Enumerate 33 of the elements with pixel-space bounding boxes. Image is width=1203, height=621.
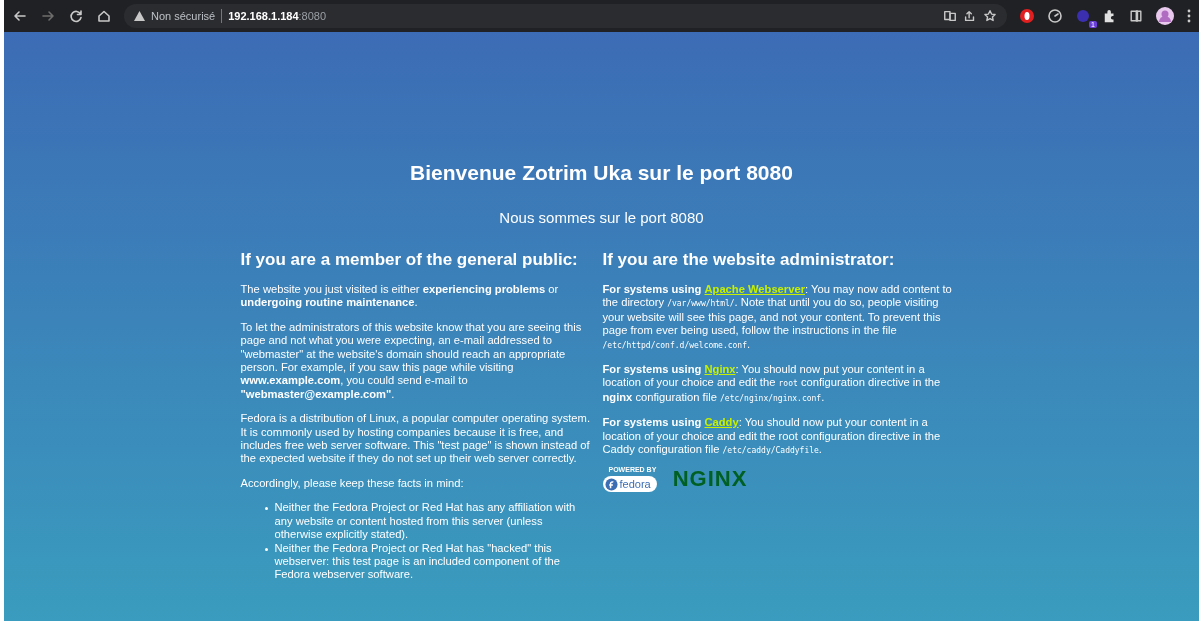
nginx-logo: NGINX <box>672 468 748 493</box>
bullet-icon <box>264 547 268 551</box>
star-icon[interactable] <box>983 9 997 23</box>
share-icon[interactable] <box>963 9 977 23</box>
translate-icon[interactable] <box>943 9 957 23</box>
back-arrow-icon[interactable] <box>12 8 28 24</box>
reload-icon[interactable] <box>68 8 84 24</box>
forward-arrow-icon[interactable] <box>40 8 56 24</box>
paragraph: For systems using Caddy: You should now put your content in a location of your choice and edit the root configuration directive in the Caddy configuration file /etc/caddy/Caddyfile. <box>602 416 942 458</box>
section-heading: If you are a member of the general public: <box>240 250 579 270</box>
avatar-icon[interactable] <box>1155 6 1175 26</box>
page-title: Bienvenue Zotrim Uka sur le port 8080 <box>410 160 793 186</box>
paragraph: The website you just visited is either experiencing problems or undergoing routine maintenance. <box>240 283 560 310</box>
fedora-logo: fedora <box>602 476 657 493</box>
warning-icon <box>134 11 145 21</box>
bullet-icon <box>264 507 268 511</box>
paragraph: For systems using Apache Webserver: You may now add content to the directory /var/www/html/. Note that until you do so, people visiting your website will see this page, and not your content. To prevent this page from ever being used, follow the instructions in the file /etc/httpd/conf.d/welcome.conf. <box>602 283 953 352</box>
menu-icon[interactable] <box>1187 9 1191 23</box>
page-subtitle: Nous sommes sur le port 8080 <box>499 209 704 227</box>
paragraph: Fedora is a distribution of Linux, a popular computer operating system. It is commonly used by hosting companies because it is free, and includes free web server software. This "test page" is shown instead of the expected website if they do not set up their web server correctly. <box>240 412 591 466</box>
paragraph: To let the administrators of this website know that you are seeing this page and not what you were expecting, an e-mail addressed to "webmaster" at the website's domain should reach an appropriate person. For example, if you saw this page while visiting www.example.com, you could send e-mail to "webmaster@example.com". <box>240 320 583 402</box>
paragraph: For systems using Nginx: You should now put your content in a location of your choice and edit the root configuration directive in the nginx configuration file /etc/nginx/nginx.conf. <box>602 363 942 405</box>
gauge-icon[interactable] <box>1047 8 1063 24</box>
list-item: Neither the Fedora Project or Red Hat has any affiliation with any website or content hosted from this server (unless otherwise explicitly stated). <box>274 501 577 542</box>
list-item: Neither the Fedora Project or Red Hat has "hacked" this webserver: this test page is an included component of the Fedora webserver software. <box>274 541 561 582</box>
home-icon[interactable] <box>96 8 112 24</box>
section-heading: If you are the website administrator: <box>602 250 896 270</box>
puzzle-icon[interactable] <box>1103 9 1117 23</box>
url-text[interactable]: 192.168.1.184:8080 <box>228 10 327 22</box>
address-bar[interactable]: Non sécurisé 192.168.1.184:8080 <box>124 4 1007 28</box>
security-label[interactable]: Non sécurisé <box>151 10 216 22</box>
side-panel-icon[interactable] <box>1129 9 1143 23</box>
paragraph: Accordingly, please keep these facts in mind: <box>240 476 465 491</box>
